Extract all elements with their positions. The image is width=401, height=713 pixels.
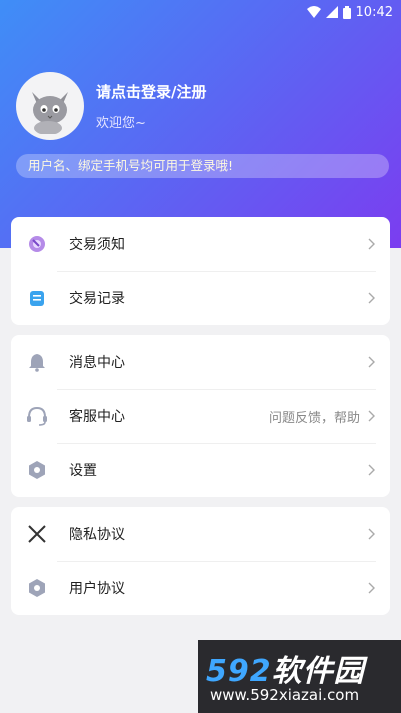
watermark-numbers: 592	[206, 654, 272, 689]
menu-item-trade-record[interactable]: 交易记录	[11, 271, 390, 325]
avatar[interactable]	[16, 72, 84, 140]
chevron-right-icon	[368, 528, 375, 540]
menu-item-settings[interactable]: 设置	[11, 443, 390, 497]
hexagon-agreement-icon	[25, 576, 49, 600]
bell-icon	[25, 350, 49, 374]
status-bar: 10:42	[0, 0, 401, 24]
menu-item-trade-notice[interactable]: 交易须知	[11, 217, 390, 271]
service-section-card: 消息中心 客服中心 问题反馈，帮助 设置	[11, 335, 390, 497]
trade-record-icon	[25, 286, 49, 310]
close-x-icon	[25, 522, 49, 546]
menu-item-label: 交易须知	[69, 237, 125, 253]
menu-item-message-center[interactable]: 消息中心	[11, 335, 390, 389]
menu-item-label: 交易记录	[69, 291, 125, 307]
hexagon-settings-icon	[25, 458, 49, 482]
chevron-right-icon	[368, 582, 375, 594]
trade-section-card: 交易须知 交易记录	[11, 217, 390, 325]
watermark-url: www.592xiazai.com	[210, 686, 360, 704]
menu-item-label: 客服中心	[69, 409, 125, 425]
customer-service-hint: 问题反馈，帮助	[268, 410, 360, 426]
menu-item-label: 设置	[69, 463, 97, 479]
chevron-right-icon	[368, 410, 375, 422]
chevron-right-icon	[368, 464, 375, 476]
watermark-chinese: 软件园	[271, 654, 365, 689]
login-register-link[interactable]: 请点击登录/注册	[96, 81, 206, 102]
menu-item-customer-service[interactable]: 客服中心 问题反馈，帮助	[11, 389, 390, 443]
menu-item-label: 隐私协议	[69, 527, 125, 543]
cat-avatar-icon	[32, 92, 68, 134]
agreement-section-card: 隐私协议 用户协议	[11, 507, 390, 615]
site-watermark: 592软件园 www.592xiazai.com	[198, 640, 401, 713]
profile-area[interactable]: 请点击登录/注册 欢迎您~	[16, 72, 206, 140]
menu-item-label: 用户协议	[69, 581, 125, 597]
menu-item-label: 消息中心	[69, 355, 125, 371]
headset-icon	[25, 404, 49, 428]
menu-item-privacy-policy[interactable]: 隐私协议	[11, 507, 390, 561]
wifi-icon	[306, 6, 321, 18]
chevron-right-icon	[368, 292, 375, 304]
trade-notice-icon	[25, 232, 49, 256]
login-tip-banner: 用户名、绑定手机号均可用于登录哦!	[16, 154, 389, 178]
menu-item-user-agreement[interactable]: 用户协议	[11, 561, 390, 615]
chevron-right-icon	[368, 356, 375, 368]
status-time: 10:42	[355, 4, 393, 20]
welcome-text: 欢迎您~	[96, 116, 146, 131]
battery-icon	[342, 5, 351, 19]
signal-icon	[325, 6, 338, 18]
chevron-right-icon	[368, 238, 375, 250]
